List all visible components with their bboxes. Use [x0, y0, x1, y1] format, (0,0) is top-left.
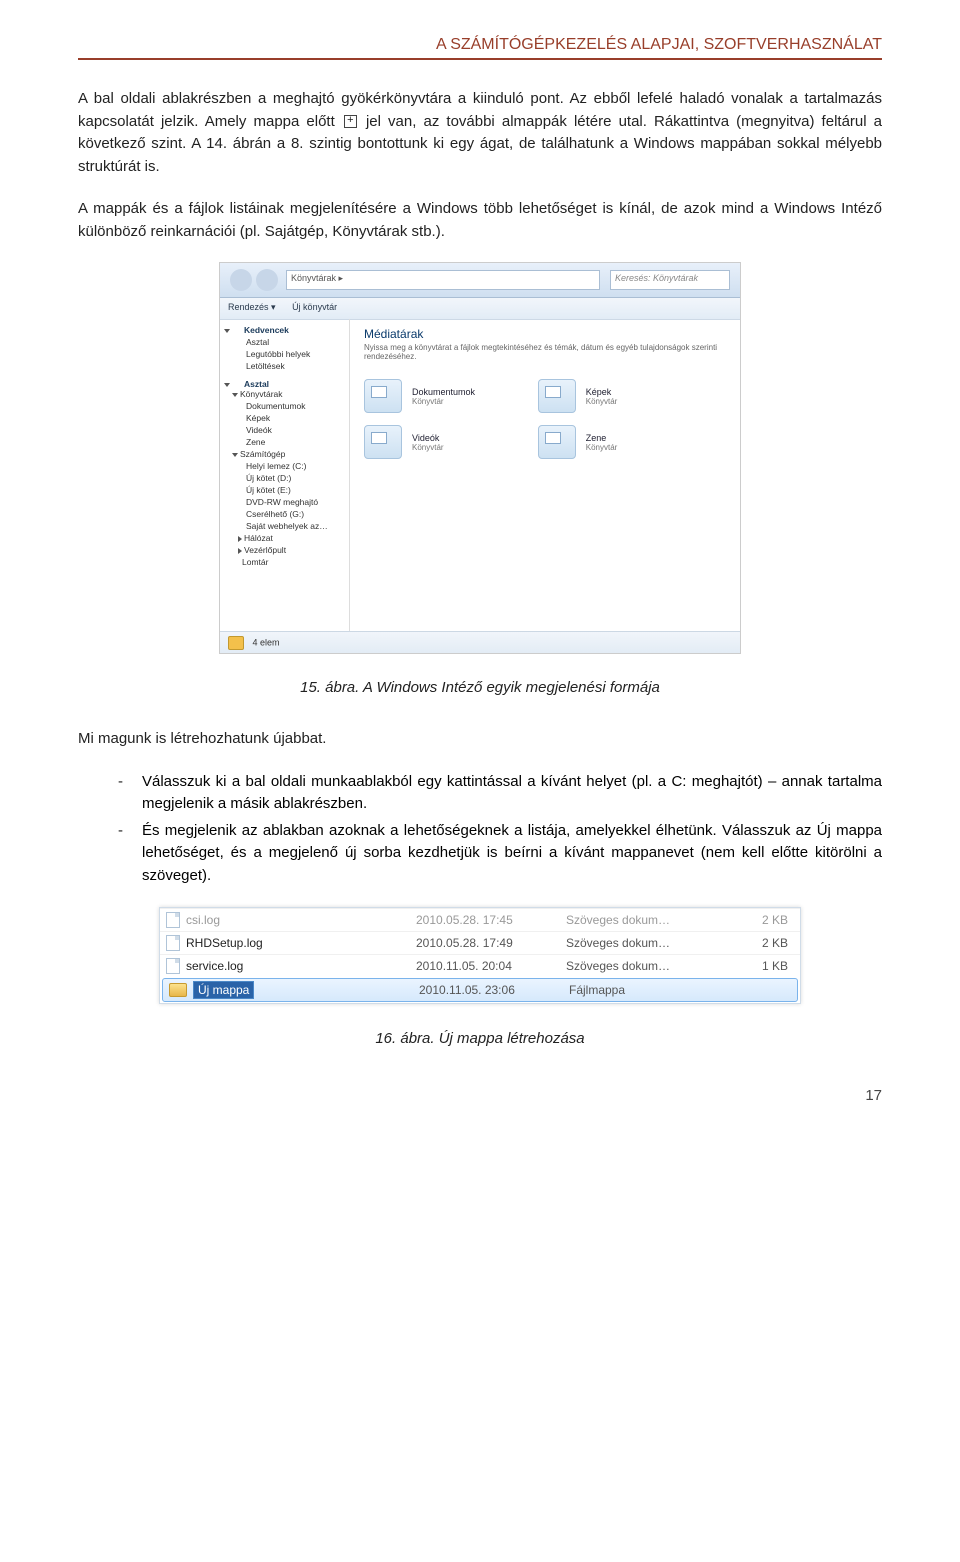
toolbar: Rendezés ▾ Új könyvtár: [220, 298, 740, 320]
main-title: Médiatárak: [364, 327, 726, 341]
figure-15-caption: 15. ábra. A Windows Intéző egyik megjele…: [78, 679, 882, 696]
table-row: service.log 2010.11.05. 20:04Szöveges dok…: [160, 954, 800, 977]
library-icon: [538, 379, 576, 413]
main-subtitle: Nyissa meg a könyvtárat a fájlok megteki…: [364, 343, 726, 361]
paragraph-2: A mappák és a fájlok listáinak megjelení…: [78, 198, 882, 243]
sidebar-item: Zene: [246, 437, 345, 447]
sidebar-group-favorites: Kedvencek: [244, 325, 289, 335]
list-item-1: Válasszuk ki a bal oldali munkaablakból …: [118, 771, 882, 816]
table-row: RHDSetup.log 2010.05.28. 17:49Szöveges do…: [160, 931, 800, 954]
sidebar-item: Videók: [246, 425, 345, 435]
library-item: VideókKönyvtár: [364, 419, 538, 465]
library-item: ZeneKönyvtár: [538, 419, 712, 465]
file-date: 2010.11.05. 20:04: [416, 959, 566, 973]
sidebar-item-network: Hálózat: [238, 533, 345, 543]
plus-icon: +: [344, 115, 357, 128]
sidebar-item-control-panel: Vezérlőpult: [238, 545, 345, 555]
figure-15: Könyvtárak ▸ Keresés: Könyvtárak Rendezé…: [220, 263, 740, 653]
library-name: Képek: [586, 387, 618, 397]
folder-icon: [169, 983, 187, 997]
file-icon: [166, 958, 180, 974]
sidebar-item: Letöltések: [246, 361, 345, 371]
library-name: Videók: [412, 433, 444, 443]
page-number: 17: [78, 1087, 882, 1104]
file-name: service.log: [186, 959, 243, 973]
page-header: A SZÁMÍTÓGÉPKEZELÉS ALAPJAI, SZOFTVERHAS…: [78, 36, 882, 60]
file-date: 2010.05.28. 17:49: [416, 936, 566, 950]
library-name: Dokumentumok: [412, 387, 475, 397]
file-type: Szöveges dokum…: [566, 936, 716, 950]
file-icon: [166, 912, 180, 928]
file-size: 1 KB: [716, 959, 794, 973]
file-name: csi.log: [186, 913, 220, 927]
sidebar-item-libraries: Könyvtárak: [240, 389, 283, 399]
sidebar-item: Asztal: [246, 337, 345, 347]
paragraph-1: A bal oldali ablakrészben a meghajtó gyö…: [78, 88, 882, 178]
file-date: 2010.05.28. 17:45: [416, 913, 566, 927]
table-row: Új mappa 2010.11.05. 23:06Fájlmappa: [162, 978, 798, 1002]
library-sub: Könyvtár: [412, 443, 444, 452]
new-folder-name-input: Új mappa: [193, 981, 254, 999]
file-type: Fájlmappa: [569, 983, 719, 997]
library-icon: [364, 379, 402, 413]
sidebar-item: Képek: [246, 413, 345, 423]
sidebar-item: Új kötet (E:): [246, 485, 345, 495]
library-name: Zene: [586, 433, 618, 443]
file-name: RHDSetup.log: [186, 936, 263, 950]
toolbar-new-library: Új könyvtár: [292, 302, 337, 312]
sidebar-item: Legutóbbi helyek: [246, 349, 345, 359]
main-pane: Médiatárak Nyissa meg a könyvtárat a fáj…: [350, 319, 740, 631]
library-item: KépekKönyvtár: [538, 373, 712, 419]
file-size: 2 KB: [716, 913, 794, 927]
folder-icon: [228, 636, 244, 650]
sidebar-item: Helyi lemez (C:): [246, 461, 345, 471]
sidebar-item-recycle: Lomtár: [242, 557, 345, 567]
library-item: DokumentumokKönyvtár: [364, 373, 538, 419]
sidebar-item: Cserélhető (G:): [246, 509, 345, 519]
list-item-2: És megjelenik az ablakban azoknak a lehe…: [118, 820, 882, 888]
sidebar-item-computer: Számítógép: [240, 449, 285, 459]
breadcrumb: Könyvtárak ▸: [286, 270, 600, 290]
sidebar-item: DVD-RW meghajtó: [246, 497, 345, 507]
file-date: 2010.11.05. 23:06: [419, 983, 569, 997]
sidebar-item: Dokumentumok: [246, 401, 345, 411]
file-type: Szöveges dokum…: [566, 913, 716, 927]
library-sub: Könyvtár: [586, 443, 618, 452]
figure-16: csi.log2010.05.28. 17:45Szöveges dokum…2…: [159, 907, 801, 1004]
sidebar-item: Új kötet (D:): [246, 473, 345, 483]
library-icon: [538, 425, 576, 459]
library-sub: Könyvtár: [586, 397, 618, 406]
nav-back-icon: [230, 269, 252, 291]
paragraph-3: Mi magunk is létrehozhatunk újabbat.: [78, 728, 882, 751]
file-icon: [166, 935, 180, 951]
toolbar-organize: Rendezés ▾: [228, 302, 276, 312]
search-input: Keresés: Könyvtárak: [610, 270, 730, 290]
nav-forward-icon: [256, 269, 278, 291]
sidebar: Kedvencek Asztal Legutóbbi helyek Letölt…: [220, 319, 350, 631]
status-text: 4 elem: [253, 637, 280, 647]
library-icon: [364, 425, 402, 459]
file-size: 2 KB: [716, 936, 794, 950]
figure-16-caption: 16. ábra. Új mappa létrehozása: [78, 1030, 882, 1047]
table-row: csi.log 2010.05.28. 17:45Szöveges dokum…2…: [160, 908, 800, 931]
sidebar-item: Saját webhelyek az…: [246, 521, 345, 531]
file-type: Szöveges dokum…: [566, 959, 716, 973]
sidebar-group-desktop: Asztal: [244, 379, 269, 389]
status-bar: 4 elem: [220, 631, 740, 653]
library-sub: Könyvtár: [412, 397, 475, 406]
